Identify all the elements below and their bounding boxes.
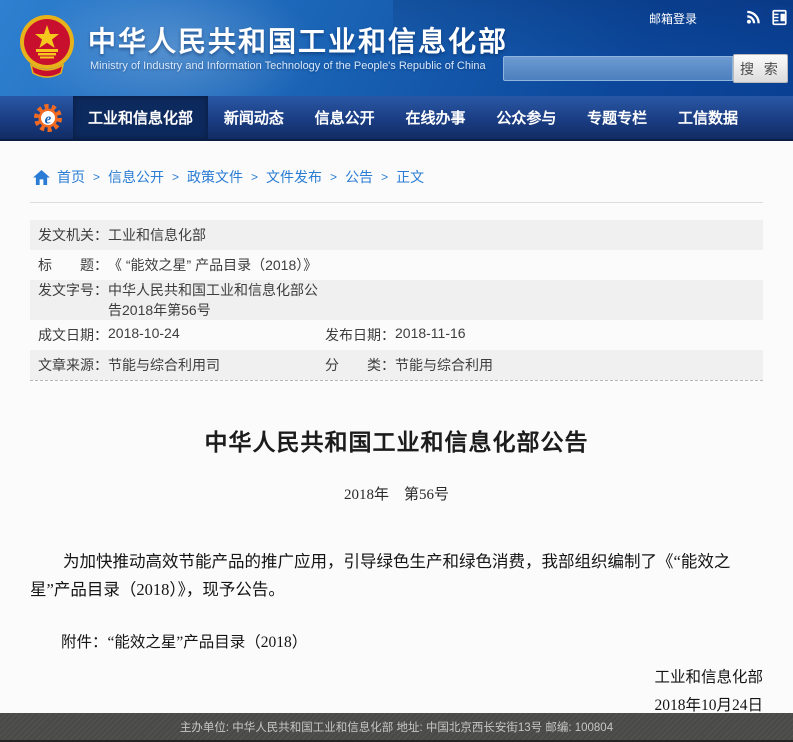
nav-item-data[interactable]: 工信数据 (663, 96, 753, 139)
site-header: 中华人民共和国工业和信息化部 Ministry of Industry and … (0, 0, 793, 96)
breadcrumb-separator: > (251, 170, 258, 184)
breadcrumb-home[interactable]: 首页 (57, 167, 85, 187)
nav-item-miit[interactable]: 工业和信息化部 (73, 96, 208, 139)
home-icon[interactable] (33, 170, 50, 185)
signer-name: 工业和信息化部 (30, 664, 763, 692)
footer-text: 主办单位: 中华人民共和国工业和信息化部 地址: 中国北京西长安街13号 邮编:… (180, 719, 613, 735)
breadcrumb-document-release[interactable]: 文件发布 (266, 167, 322, 187)
nav-item-special-topics[interactable]: 专题专栏 (572, 96, 662, 139)
document-title: 中华人民共和国工业和信息化部公告 (30, 423, 763, 457)
meta-value: 节能与综合利用 (395, 355, 493, 375)
meta-label: 分 类： (325, 355, 395, 375)
breadcrumb-current-article: 正文 (396, 167, 424, 187)
content-divider (30, 202, 763, 203)
meta-row-document-number: 发文字号： 中华人民共和国工业和信息化部公告2018年第56号 (30, 280, 763, 320)
site-title: 中华人民共和国工业和信息化部 (88, 20, 508, 60)
breadcrumb: 首页 > 信息公开 > 政策文件 > 文件发布 > 公告 > 正文 (33, 167, 793, 187)
breadcrumb-info-disclosure[interactable]: 信息公开 (108, 167, 164, 187)
meta-row-dates: 成文日期： 2018-10-24 发布日期： 2018-11-16 (30, 320, 763, 350)
nav-items: 工业和信息化部 新闻动态 信息公开 在线办事 公众参与 专题专栏 工信数据 (73, 96, 753, 139)
meta-label: 发文字号： (38, 280, 108, 320)
page: 中华人民共和国工业和信息化部 Ministry of Industry and … (0, 0, 793, 742)
site-subtitle: Ministry of Industry and Information Tec… (90, 60, 486, 72)
document-number: 2018年 第56号 (30, 483, 763, 504)
breadcrumb-separator: > (330, 170, 337, 184)
meta-label: 标 题： (38, 255, 108, 275)
document-body: 中华人民共和国工业和信息化部公告 2018年 第56号 为加快推动高效节能产品的… (0, 423, 793, 720)
meta-value: 中华人民共和国工业和信息化部公告2018年第56号 (108, 280, 325, 320)
meta-value: 《 “能效之星” 产品目录（2018）》 (108, 255, 317, 275)
meta-label: 文章来源： (38, 355, 108, 375)
gear-e-logo-icon: e (33, 103, 63, 133)
attachment-link[interactable]: 附件：“能效之星”产品目录（2018） (30, 630, 763, 652)
site-footer: 主办单位: 中华人民共和国工业和信息化部 地址: 中国北京西长安街13号 邮编:… (0, 713, 793, 742)
breadcrumb-separator: > (172, 170, 179, 184)
meta-value: 2018-10-24 (108, 325, 180, 345)
breadcrumb-policy-documents[interactable]: 政策文件 (187, 167, 243, 187)
nav-item-online-services[interactable]: 在线办事 (390, 96, 480, 139)
svg-text:e: e (45, 112, 52, 128)
meta-value: 节能与综合利用司 (108, 355, 220, 375)
breadcrumb-separator: > (93, 170, 100, 184)
meta-label: 发布日期： (325, 325, 395, 345)
meta-row-source-category: 文章来源： 节能与综合利用司 分 类： 节能与综合利用 (30, 350, 763, 380)
search-bar: 搜 索 (503, 54, 788, 83)
mobile-news-icon[interactable] (767, 5, 792, 30)
search-input[interactable] (503, 56, 733, 81)
breadcrumb-separator: > (381, 170, 388, 184)
nav-item-public-participation[interactable]: 公众参与 (481, 96, 571, 139)
mail-login-link[interactable]: 邮箱登录 (649, 10, 697, 27)
nav-item-info-disclosure[interactable]: 信息公开 (300, 96, 390, 139)
meta-row-title: 标 题： 《 “能效之星” 产品目录（2018）》 (30, 250, 763, 280)
search-button[interactable]: 搜 索 (733, 54, 788, 83)
rss-icon[interactable] (740, 5, 765, 30)
meta-row-issuing-agency: 发文机关： 工业和信息化部 (30, 220, 763, 250)
main-nav: e 工业和信息化部 新闻动态 信息公开 在线办事 公众参与 专题专栏 工信数据 (0, 96, 793, 141)
document-paragraph: 为加快推动高效节能产品的推广应用，引导绿色生产和绿色消费，我部组织编制了《“能效… (30, 548, 763, 604)
document-meta-table: 发文机关： 工业和信息化部 标 题： 《 “能效之星” 产品目录（2018）》 … (30, 220, 763, 381)
national-emblem-icon (17, 13, 77, 81)
meta-label: 成文日期： (38, 325, 108, 345)
signature-block: 工业和信息化部 2018年10月24日 (30, 664, 763, 720)
nav-item-news[interactable]: 新闻动态 (209, 96, 299, 139)
meta-value: 2018-11-16 (395, 325, 466, 345)
breadcrumb-announcements[interactable]: 公告 (345, 167, 373, 187)
meta-value: 工业和信息化部 (108, 225, 206, 245)
meta-label: 发文机关： (38, 225, 108, 245)
